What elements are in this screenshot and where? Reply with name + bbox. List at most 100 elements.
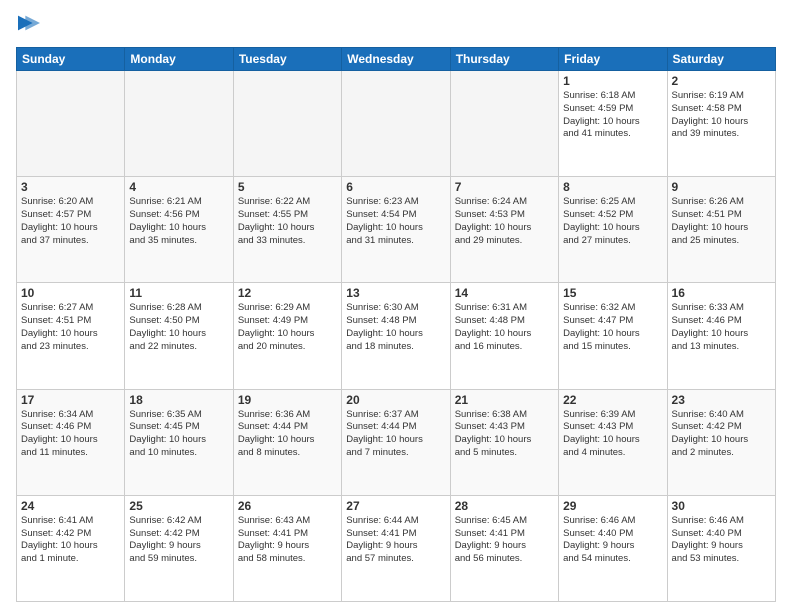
calendar-table: SundayMondayTuesdayWednesdayThursdayFrid…	[16, 47, 776, 602]
calendar-cell: 14Sunrise: 6:31 AM Sunset: 4:48 PM Dayli…	[450, 283, 558, 389]
calendar-cell: 6 Sunrise: 6:23 AM Sunset: 4:54 PM Daylig…	[342, 177, 450, 283]
day-number: 26	[238, 499, 337, 513]
calendar-cell: 15 Sunrise: 6:32 AM Sunset: 4:47 PM Dayli…	[559, 283, 667, 389]
calendar-row: 17 Sunrise: 6:34 AM Sunset: 4:46 PM Dayli…	[17, 389, 776, 495]
calendar-cell: 30 Sunrise: 6:46 AM Sunset: 4:40 PM Dayli…	[667, 495, 775, 601]
weekday-cell: Monday	[125, 48, 233, 71]
day-number: 6	[346, 180, 445, 194]
day-info: Sunrise: 6:41 AM Sunset: 4:42 PM Dayligh…	[21, 515, 120, 566]
day-info: Sunrise: 6:28 AM Sunset: 4:50 PM Dayligh…	[129, 302, 228, 353]
day-info: Sunrise: 6:21 AM Sunset: 4:56 PM Dayligh…	[129, 196, 228, 247]
day-number: 9	[672, 180, 771, 194]
calendar-cell: 16 Sunrise: 6:33 AM Sunset: 4:46 PM Dayli…	[667, 283, 775, 389]
logo	[16, 12, 40, 39]
day-info: Sunrise: 6:36 AM Sunset: 4:44 PM Dayligh…	[238, 409, 337, 460]
day-number: 29	[563, 499, 662, 513]
day-number: 17	[21, 393, 120, 407]
calendar-body: 1 Sunrise: 6:18 AM Sunset: 4:59 PM Daylig…	[17, 71, 776, 602]
calendar-row: 1 Sunrise: 6:18 AM Sunset: 4:59 PM Daylig…	[17, 71, 776, 177]
day-number: 22	[563, 393, 662, 407]
day-number: 12	[238, 286, 337, 300]
day-number: 11	[129, 286, 228, 300]
day-number: 13	[346, 286, 445, 300]
day-info: Sunrise: 6:44 AM Sunset: 4:41 PM Dayligh…	[346, 515, 445, 566]
day-info: Sunrise: 6:39 AM Sunset: 4:43 PM Dayligh…	[563, 409, 662, 460]
calendar-row: 10 Sunrise: 6:27 AM Sunset: 4:51 PM Dayli…	[17, 283, 776, 389]
calendar-cell: 7 Sunrise: 6:24 AM Sunset: 4:53 PM Daylig…	[450, 177, 558, 283]
day-number: 23	[672, 393, 771, 407]
day-number: 21	[455, 393, 554, 407]
day-number: 7	[455, 180, 554, 194]
day-info: Sunrise: 6:33 AM Sunset: 4:46 PM Dayligh…	[672, 302, 771, 353]
day-number: 1	[563, 74, 662, 88]
calendar-cell: 28Sunrise: 6:45 AM Sunset: 4:41 PM Dayli…	[450, 495, 558, 601]
day-number: 2	[672, 74, 771, 88]
weekday-cell: Friday	[559, 48, 667, 71]
day-number: 20	[346, 393, 445, 407]
day-info: Sunrise: 6:46 AM Sunset: 4:40 PM Dayligh…	[563, 515, 662, 566]
day-number: 19	[238, 393, 337, 407]
day-number: 4	[129, 180, 228, 194]
day-info: Sunrise: 6:37 AM Sunset: 4:44 PM Dayligh…	[346, 409, 445, 460]
calendar-cell: 27 Sunrise: 6:44 AM Sunset: 4:41 PM Dayli…	[342, 495, 450, 601]
calendar-cell: 22 Sunrise: 6:39 AM Sunset: 4:43 PM Dayli…	[559, 389, 667, 495]
weekday-header-row: SundayMondayTuesdayWednesdayThursdayFrid…	[17, 48, 776, 71]
day-info: Sunrise: 6:22 AM Sunset: 4:55 PM Dayligh…	[238, 196, 337, 247]
calendar-cell: 26 Sunrise: 6:43 AM Sunset: 4:41 PM Dayli…	[233, 495, 341, 601]
calendar-cell: 19 Sunrise: 6:36 AM Sunset: 4:44 PM Dayli…	[233, 389, 341, 495]
day-number: 3	[21, 180, 120, 194]
weekday-cell: Thursday	[450, 48, 558, 71]
day-info: Sunrise: 6:23 AM Sunset: 4:54 PM Dayligh…	[346, 196, 445, 247]
weekday-cell: Sunday	[17, 48, 125, 71]
weekday-cell: Saturday	[667, 48, 775, 71]
day-number: 27	[346, 499, 445, 513]
page: SundayMondayTuesdayWednesdayThursdayFrid…	[0, 0, 792, 612]
calendar-row: 24 Sunrise: 6:41 AM Sunset: 4:42 PM Dayli…	[17, 495, 776, 601]
day-info: Sunrise: 6:43 AM Sunset: 4:41 PM Dayligh…	[238, 515, 337, 566]
calendar-cell: 10 Sunrise: 6:27 AM Sunset: 4:51 PM Dayli…	[17, 283, 125, 389]
calendar-cell	[17, 71, 125, 177]
day-info: Sunrise: 6:38 AM Sunset: 4:43 PM Dayligh…	[455, 409, 554, 460]
day-info: Sunrise: 6:25 AM Sunset: 4:52 PM Dayligh…	[563, 196, 662, 247]
calendar-cell: 23 Sunrise: 6:40 AM Sunset: 4:42 PM Dayli…	[667, 389, 775, 495]
calendar-cell	[342, 71, 450, 177]
day-info: Sunrise: 6:40 AM Sunset: 4:42 PM Dayligh…	[672, 409, 771, 460]
day-number: 24	[21, 499, 120, 513]
day-info: Sunrise: 6:46 AM Sunset: 4:40 PM Dayligh…	[672, 515, 771, 566]
day-number: 16	[672, 286, 771, 300]
calendar-cell: 4 Sunrise: 6:21 AM Sunset: 4:56 PM Daylig…	[125, 177, 233, 283]
calendar-cell: 8 Sunrise: 6:25 AM Sunset: 4:52 PM Daylig…	[559, 177, 667, 283]
calendar-cell	[125, 71, 233, 177]
day-info: Sunrise: 6:32 AM Sunset: 4:47 PM Dayligh…	[563, 302, 662, 353]
calendar-cell	[233, 71, 341, 177]
day-number: 14	[455, 286, 554, 300]
calendar-cell: 5 Sunrise: 6:22 AM Sunset: 4:55 PM Daylig…	[233, 177, 341, 283]
day-info: Sunrise: 6:18 AM Sunset: 4:59 PM Dayligh…	[563, 90, 662, 141]
day-info: Sunrise: 6:19 AM Sunset: 4:58 PM Dayligh…	[672, 90, 771, 141]
calendar-cell: 13 Sunrise: 6:30 AM Sunset: 4:48 PM Dayli…	[342, 283, 450, 389]
calendar-cell: 2 Sunrise: 6:19 AM Sunset: 4:58 PM Daylig…	[667, 71, 775, 177]
day-info: Sunrise: 6:27 AM Sunset: 4:51 PM Dayligh…	[21, 302, 120, 353]
day-info: Sunrise: 6:30 AM Sunset: 4:48 PM Dayligh…	[346, 302, 445, 353]
day-number: 15	[563, 286, 662, 300]
calendar-cell: 20 Sunrise: 6:37 AM Sunset: 4:44 PM Dayli…	[342, 389, 450, 495]
calendar-cell: 12 Sunrise: 6:29 AM Sunset: 4:49 PM Dayli…	[233, 283, 341, 389]
day-number: 25	[129, 499, 228, 513]
calendar-cell: 25Sunrise: 6:42 AM Sunset: 4:42 PM Dayli…	[125, 495, 233, 601]
day-info: Sunrise: 6:35 AM Sunset: 4:45 PM Dayligh…	[129, 409, 228, 460]
day-info: Sunrise: 6:24 AM Sunset: 4:53 PM Dayligh…	[455, 196, 554, 247]
calendar-cell: 29 Sunrise: 6:46 AM Sunset: 4:40 PM Dayli…	[559, 495, 667, 601]
calendar-cell: 17 Sunrise: 6:34 AM Sunset: 4:46 PM Dayli…	[17, 389, 125, 495]
day-number: 8	[563, 180, 662, 194]
day-number: 18	[129, 393, 228, 407]
day-number: 30	[672, 499, 771, 513]
calendar-cell: 9Sunrise: 6:26 AM Sunset: 4:51 PM Daylig…	[667, 177, 775, 283]
day-info: Sunrise: 6:34 AM Sunset: 4:46 PM Dayligh…	[21, 409, 120, 460]
calendar-cell: 18 Sunrise: 6:35 AM Sunset: 4:45 PM Dayli…	[125, 389, 233, 495]
calendar-row: 3Sunrise: 6:20 AM Sunset: 4:57 PM Daylig…	[17, 177, 776, 283]
day-number: 5	[238, 180, 337, 194]
day-info: Sunrise: 6:29 AM Sunset: 4:49 PM Dayligh…	[238, 302, 337, 353]
day-number: 10	[21, 286, 120, 300]
day-info: Sunrise: 6:45 AM Sunset: 4:41 PM Dayligh…	[455, 515, 554, 566]
calendar-cell: 1 Sunrise: 6:18 AM Sunset: 4:59 PM Daylig…	[559, 71, 667, 177]
